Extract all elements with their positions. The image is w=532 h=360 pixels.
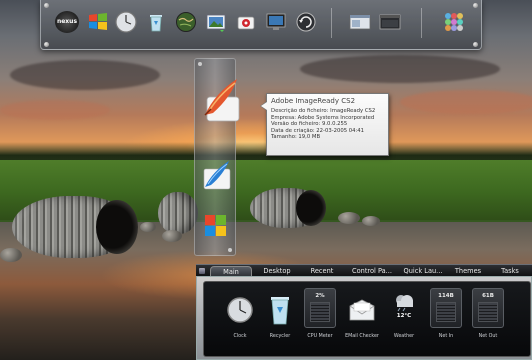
gadget-weather[interactable]: 12°C Weather — [386, 288, 422, 348]
cloud — [300, 55, 500, 83]
net-in-value: 114B — [438, 293, 454, 299]
tooltip-line: Tamanho: 19,0 MB — [271, 134, 321, 141]
culvert-opening — [296, 190, 326, 226]
net-out-value: 61B — [482, 293, 494, 299]
nexus-logo-icon[interactable]: nexus — [55, 11, 79, 33]
culvert-pipe — [158, 192, 198, 234]
bottom-gadget-panel: Main Desktop Recent Control Pa... Quick … — [196, 264, 532, 360]
top-dock: nexus — [40, 0, 482, 50]
clock-icon[interactable] — [115, 11, 137, 33]
weather-icon — [396, 295, 413, 312]
gadget-label: Net In — [438, 334, 454, 339]
gadget-cpu-meter[interactable]: 2% CPU Meter — [302, 288, 338, 348]
cloud — [10, 60, 160, 90]
gadget-recycler[interactable]: Recycler — [262, 288, 298, 348]
panel-body: Clock Recycler 2% CPU Meter EMail Checke… — [196, 276, 532, 360]
meter-graph — [310, 302, 330, 322]
stack-item-adobe-imageready[interactable] — [197, 75, 247, 125]
file-info-tooltip: Adobe ImageReady CS2 Descrição do fichei… — [260, 93, 389, 156]
recycle-bin-icon — [271, 297, 289, 325]
nexus-logo-label: nexus — [56, 18, 78, 25]
gadget-label: Net Out — [478, 334, 498, 339]
rock — [0, 248, 22, 262]
feather-icon — [204, 79, 240, 122]
window-icon[interactable] — [379, 11, 401, 33]
apps-grid-icon[interactable] — [443, 11, 465, 33]
meter-icon: 114B — [430, 288, 462, 328]
culvert-opening — [96, 200, 138, 254]
meter-graph — [478, 302, 498, 322]
rock — [362, 216, 380, 226]
tooltip-line: Data de criação: 22-03-2005 04:41 — [271, 127, 365, 134]
gadget-net-out[interactable]: 61B Net Out — [470, 288, 506, 348]
screw — [473, 42, 478, 47]
cloud — [400, 90, 532, 114]
gadget-clock[interactable]: Clock — [222, 288, 258, 348]
tooltip-line: Versão do ficheiro: 9.0.0.255 — [271, 121, 348, 128]
meter-icon: 2% — [304, 288, 336, 328]
gadget-label: EMail Checker — [345, 334, 379, 339]
gadget-label: CPU Meter — [307, 334, 333, 339]
recycle-bin-icon[interactable] — [145, 11, 167, 33]
dock-separator — [421, 8, 422, 38]
windows-logo-icon[interactable] — [87, 11, 109, 33]
tooltip-line: Empresa: Adobe Systems Incorporated — [271, 114, 375, 121]
envelope-icon — [349, 299, 375, 321]
clock-icon — [227, 297, 253, 323]
stack-item-microsoft-office[interactable] — [201, 209, 233, 241]
cpu-meter-value: 2% — [315, 293, 325, 299]
tooltip-line: Descrição do ficheiro: ImageReady CS2 — [271, 108, 376, 114]
monitor-icon[interactable] — [265, 11, 287, 33]
rock — [162, 230, 182, 242]
rock — [338, 212, 360, 224]
screw — [198, 62, 202, 66]
office-icon — [205, 215, 226, 236]
screw — [228, 248, 232, 252]
gadget-shelf: Clock Recycler 2% CPU Meter EMail Checke… — [203, 281, 531, 357]
screw — [473, 3, 478, 8]
photos-icon[interactable] — [205, 11, 227, 33]
dock-separator — [331, 8, 332, 38]
meter-graph — [436, 302, 456, 322]
tooltip-title: Adobe ImageReady CS2 — [271, 97, 356, 105]
screw — [44, 42, 49, 47]
rock — [140, 222, 156, 232]
gadget-label: Weather — [393, 334, 415, 339]
meter-icon: 61B — [472, 288, 504, 328]
weather-temperature: 12°C — [396, 313, 412, 319]
panel-tab-bar: Main Desktop Recent Control Pa... Quick … — [196, 264, 532, 277]
gadget-net-in[interactable]: 114B Net In — [428, 288, 464, 348]
cloud — [0, 100, 110, 120]
panel-menu-handle[interactable] — [199, 268, 205, 274]
screw — [44, 3, 49, 8]
window-icon[interactable] — [349, 11, 371, 33]
media-icon[interactable] — [235, 11, 257, 33]
stack-item-adobe-photoshop[interactable] — [201, 159, 233, 191]
globe-icon[interactable] — [175, 11, 197, 33]
refresh-icon[interactable] — [295, 11, 317, 33]
vertical-stack-dock — [194, 58, 240, 256]
gadget-email-checker[interactable]: EMail Checker — [344, 288, 380, 348]
feather-blue-icon — [203, 161, 231, 190]
